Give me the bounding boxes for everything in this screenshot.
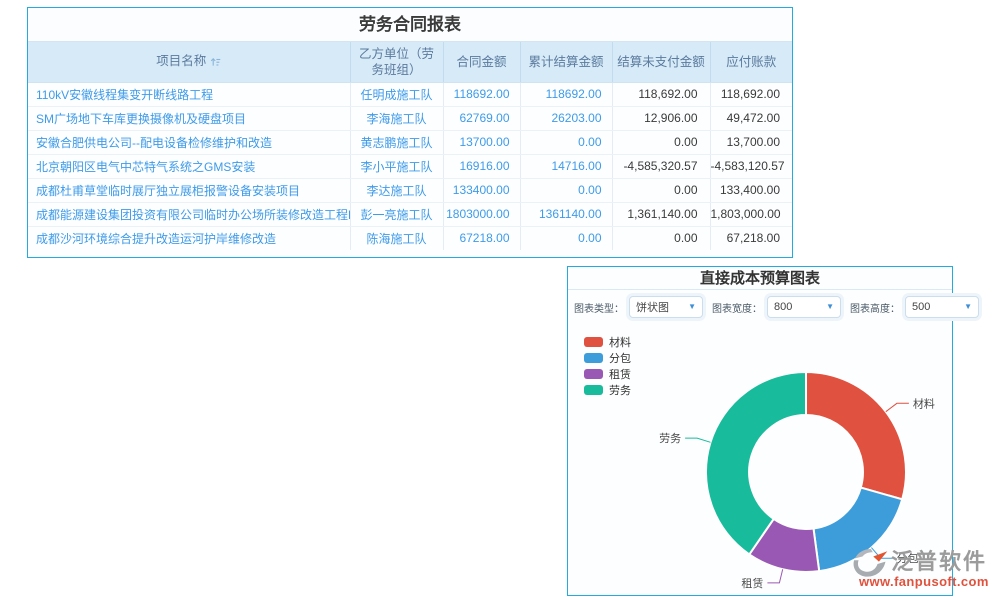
- table-row: 成都杜甫草堂临时展厅独立展柜报警设备安装项目 李达施工队 133400.00 0…: [28, 178, 792, 202]
- cell-unpaid-amount: 0.00: [612, 226, 710, 250]
- cell-project-name[interactable]: 北京朝阳区电气中芯特气系统之GMS安装: [28, 154, 350, 178]
- cell-contractor-unit[interactable]: 李海施工队: [350, 106, 443, 130]
- page: 劳务合同报表 项目名称 乙方单位（劳务班组） 合同金额 累计结算金额 结算未支付…: [0, 0, 1000, 600]
- cell-payable: 118,692.00: [710, 82, 792, 106]
- pie-label: 劳务: [659, 432, 681, 445]
- legend-item-rental[interactable]: 租赁: [584, 368, 631, 379]
- column-header-payable: 应付账款: [710, 42, 792, 82]
- cell-payable: -4,583,120.57: [710, 154, 792, 178]
- cell-contract-amount[interactable]: 13700.00: [443, 130, 520, 154]
- cell-payable: 49,472.00: [710, 106, 792, 130]
- cell-unpaid-amount: 118,692.00: [612, 82, 710, 106]
- chart-width-label: 图表宽度：: [712, 300, 762, 315]
- cell-project-name[interactable]: 110kV安徽线程集变开断线路工程: [28, 82, 350, 106]
- table-row: 成都沙河环境综合提升改造运河护岸维修改造 陈海施工队 67218.00 0.00…: [28, 226, 792, 250]
- table-row: 110kV安徽线程集变开断线路工程 任明成施工队 118692.00 11869…: [28, 82, 792, 106]
- cell-contractor-unit[interactable]: 黄志鹏施工队: [350, 130, 443, 154]
- table-row: SM广场地下车库更换摄像机及硬盘项目 李海施工队 62769.00 26203.…: [28, 106, 792, 130]
- legend-item-labor[interactable]: 劳务: [584, 384, 631, 395]
- labor-contract-table: 项目名称 乙方单位（劳务班组） 合同金额 累计结算金额 结算未支付金额 应付账款…: [28, 42, 792, 250]
- cell-unpaid-amount: 0.00: [612, 178, 710, 202]
- column-header-contract-amount: 合同金额: [443, 42, 520, 82]
- table-panel-title: 劳务合同报表: [28, 8, 792, 42]
- cell-unpaid-amount: 12,906.00: [612, 106, 710, 130]
- pie-slice-材料[interactable]: [806, 372, 906, 499]
- pie-label-line: [767, 569, 782, 583]
- cell-unpaid-amount: 0.00: [612, 130, 710, 154]
- labor-contract-report-panel: 劳务合同报表 项目名称 乙方单位（劳务班组） 合同金额 累计结算金额 结算未支付…: [27, 7, 793, 258]
- cell-project-name[interactable]: 成都能源建设集团投资有限公司临时办公场所装修改造工程EPC: [28, 202, 350, 226]
- cell-contract-amount[interactable]: 133400.00: [443, 178, 520, 202]
- table-row: 成都能源建设集团投资有限公司临时办公场所装修改造工程EPC 彭一亮施工队 180…: [28, 202, 792, 226]
- chevron-down-icon: ▼: [826, 303, 834, 311]
- cell-settled-amount[interactable]: 0.00: [520, 130, 612, 154]
- cell-payable: 13,700.00: [710, 130, 792, 154]
- chart-height-label: 图表高度：: [850, 300, 900, 315]
- legend-swatch: [584, 353, 603, 363]
- chart-legend: 材料 分包 租赁 劳务: [584, 336, 631, 400]
- chart-height-select[interactable]: 500 ▼: [905, 296, 979, 318]
- cell-contract-amount[interactable]: 62769.00: [443, 106, 520, 130]
- cell-project-name[interactable]: 成都沙河环境综合提升改造运河护岸维修改造: [28, 226, 350, 250]
- cell-contractor-unit[interactable]: 陈海施工队: [350, 226, 443, 250]
- pie-label-line: [685, 438, 710, 442]
- cell-settled-amount[interactable]: 14716.00: [520, 154, 612, 178]
- chart-width-control: 图表宽度： 800 ▼: [712, 296, 841, 318]
- fanpu-watermark: 泛普软件 www.fanpusoft.com: [851, 548, 1000, 589]
- pie-label: 租赁: [741, 576, 763, 590]
- legend-item-material[interactable]: 材料: [584, 336, 631, 347]
- chart-width-select[interactable]: 800 ▼: [767, 296, 841, 318]
- cell-project-name[interactable]: 成都杜甫草堂临时展厅独立展柜报警设备安装项目: [28, 178, 350, 202]
- cost-budget-chart-panel: 直接成本预算图表 图表类型： 饼状图 ▼ 图表宽度： 800 ▼: [567, 266, 953, 596]
- legend-swatch: [584, 369, 603, 379]
- chart-type-select[interactable]: 饼状图 ▼: [629, 296, 703, 318]
- cell-payable: 67,218.00: [710, 226, 792, 250]
- cell-contract-amount[interactable]: 118692.00: [443, 82, 520, 106]
- cell-contract-amount[interactable]: 1803000.00: [443, 202, 520, 226]
- cell-settled-amount[interactable]: 0.00: [520, 226, 612, 250]
- chart-type-control: 图表类型： 饼状图 ▼: [574, 296, 703, 318]
- column-header-contractor-unit: 乙方单位（劳务班组）: [350, 42, 443, 82]
- column-header-settled-amount: 累计结算金额: [520, 42, 612, 82]
- legend-swatch: [584, 337, 603, 347]
- cell-payable: 1,803,000.00: [710, 202, 792, 226]
- cell-contract-amount[interactable]: 16916.00: [443, 154, 520, 178]
- cell-contractor-unit[interactable]: 李小平施工队: [350, 154, 443, 178]
- cell-project-name[interactable]: 安徽合肥供电公司--配电设备检修维护和改造: [28, 130, 350, 154]
- cell-unpaid-amount: 1,361,140.00: [612, 202, 710, 226]
- legend-swatch: [584, 385, 603, 395]
- cell-payable: 133,400.00: [710, 178, 792, 202]
- chevron-down-icon: ▼: [964, 303, 972, 311]
- cell-contractor-unit[interactable]: 李达施工队: [350, 178, 443, 202]
- cell-project-name[interactable]: SM广场地下车库更换摄像机及硬盘项目: [28, 106, 350, 130]
- watermark-brand-text: 泛普软件: [891, 548, 987, 576]
- chart-controls: 图表类型： 饼状图 ▼ 图表宽度： 800 ▼ 图表高度：: [574, 296, 988, 318]
- cell-settled-amount[interactable]: 118692.00: [520, 82, 612, 106]
- watermark-url-text: www.fanpusoft.com: [859, 574, 1000, 589]
- chart-type-label: 图表类型：: [574, 300, 624, 315]
- pie-label: 材料: [913, 396, 935, 410]
- table-header-row: 项目名称 乙方单位（劳务班组） 合同金额 累计结算金额 结算未支付金额 应付账款: [28, 42, 792, 82]
- sort-icon[interactable]: [210, 55, 221, 71]
- chart-width-value: 800: [774, 301, 792, 313]
- cell-settled-amount[interactable]: 0.00: [520, 178, 612, 202]
- pie-label-line: [886, 403, 909, 411]
- chart-height-value: 500: [912, 301, 930, 313]
- cell-unpaid-amount: -4,585,320.57: [612, 154, 710, 178]
- cell-contractor-unit[interactable]: 任明成施工队: [350, 82, 443, 106]
- chevron-down-icon: ▼: [688, 303, 696, 311]
- column-header-unpaid-amount: 结算未支付金额: [612, 42, 710, 82]
- table-row: 北京朝阳区电气中芯特气系统之GMS安装 李小平施工队 16916.00 1471…: [28, 154, 792, 178]
- column-header-project-name[interactable]: 项目名称: [28, 42, 350, 82]
- cell-contract-amount[interactable]: 67218.00: [443, 226, 520, 250]
- table-row: 安徽合肥供电公司--配电设备检修维护和改造 黄志鹏施工队 13700.00 0.…: [28, 130, 792, 154]
- cell-contractor-unit[interactable]: 彭一亮施工队: [350, 202, 443, 226]
- chart-height-control: 图表高度： 500 ▼: [850, 296, 979, 318]
- cell-settled-amount[interactable]: 26203.00: [520, 106, 612, 130]
- legend-item-subcontract[interactable]: 分包: [584, 352, 631, 363]
- chart-panel-title: 直接成本预算图表: [568, 267, 952, 290]
- chart-type-value: 饼状图: [636, 299, 669, 315]
- cell-settled-amount[interactable]: 1361140.00: [520, 202, 612, 226]
